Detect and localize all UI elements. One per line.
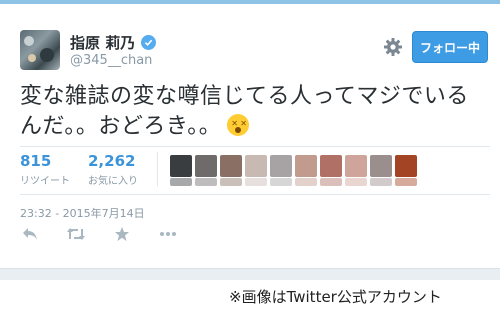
user-handle[interactable]: @345__chan [70, 53, 152, 68]
favoriter-avatar-blur [320, 178, 342, 186]
avatar[interactable] [20, 30, 60, 70]
favoriter-avatar-blur [195, 178, 217, 186]
favoriter-avatar-blur [295, 178, 317, 186]
favoriter-avatar-blur [220, 178, 242, 186]
tweet-timestamp[interactable]: 23:32 - 2015年7月14日 [20, 205, 145, 221]
favorite-count[interactable]: 2,262 [88, 152, 138, 170]
favoriter-avatar[interactable] [370, 155, 392, 177]
favoriter-avatar[interactable] [245, 155, 267, 177]
stats-bottom-divider [20, 194, 490, 195]
favoriter-avatar[interactable] [345, 155, 367, 177]
retweet-label: リツイート [20, 176, 70, 187]
more-icon[interactable] [158, 225, 178, 243]
favoriter-avatar[interactable] [320, 155, 342, 177]
favoriter-avatar[interactable] [295, 155, 317, 177]
favoriter-avatar-blur [370, 178, 392, 186]
favoriter-avatars-blur [170, 178, 417, 186]
favoriter-avatar[interactable] [270, 155, 292, 177]
favoriter-avatar-blur [270, 178, 292, 186]
tweet-actions [20, 225, 178, 243]
reply-icon[interactable] [20, 225, 40, 243]
image-credit-caption: ※画像はTwitter公式アカウント [229, 288, 442, 306]
favoriter-avatars[interactable] [170, 155, 417, 177]
favoriter-avatar[interactable] [395, 155, 417, 177]
retweet-count[interactable]: 815 [20, 152, 70, 170]
display-name[interactable]: 指原 莉乃 [70, 32, 157, 53]
favorite-icon[interactable] [112, 225, 132, 243]
stats-separator [157, 152, 158, 186]
verified-badge-icon [141, 35, 157, 50]
favoriter-avatar-blur [345, 178, 367, 186]
tweet-text: 変な雑誌の変な噂信じてる人ってマジでいるんだ。。おどろき。。 ✕ ✕ [20, 82, 490, 142]
favoriter-avatar[interactable] [170, 155, 192, 177]
favoriter-avatar-blur [170, 178, 192, 186]
favorite-label: お気に入り [88, 176, 138, 187]
stats-top-divider [20, 146, 490, 147]
favoriter-avatar[interactable] [220, 155, 242, 177]
following-button[interactable]: フォロー中 [412, 31, 488, 63]
favoriter-avatar-blur [395, 178, 417, 186]
card-bottom-border [0, 268, 500, 280]
display-name-text[interactable]: 指原 莉乃 [70, 32, 135, 53]
favorite-stat[interactable]: 2,262 お気に入り [88, 152, 138, 187]
favoriter-avatar-blur [245, 178, 267, 186]
gear-icon[interactable] [383, 37, 403, 57]
astonished-face-emoji: ✕ ✕ [227, 114, 250, 136]
retweet-stat[interactable]: 815 リツイート [20, 152, 70, 187]
retweet-icon[interactable] [66, 225, 86, 243]
favoriter-avatar[interactable] [195, 155, 217, 177]
